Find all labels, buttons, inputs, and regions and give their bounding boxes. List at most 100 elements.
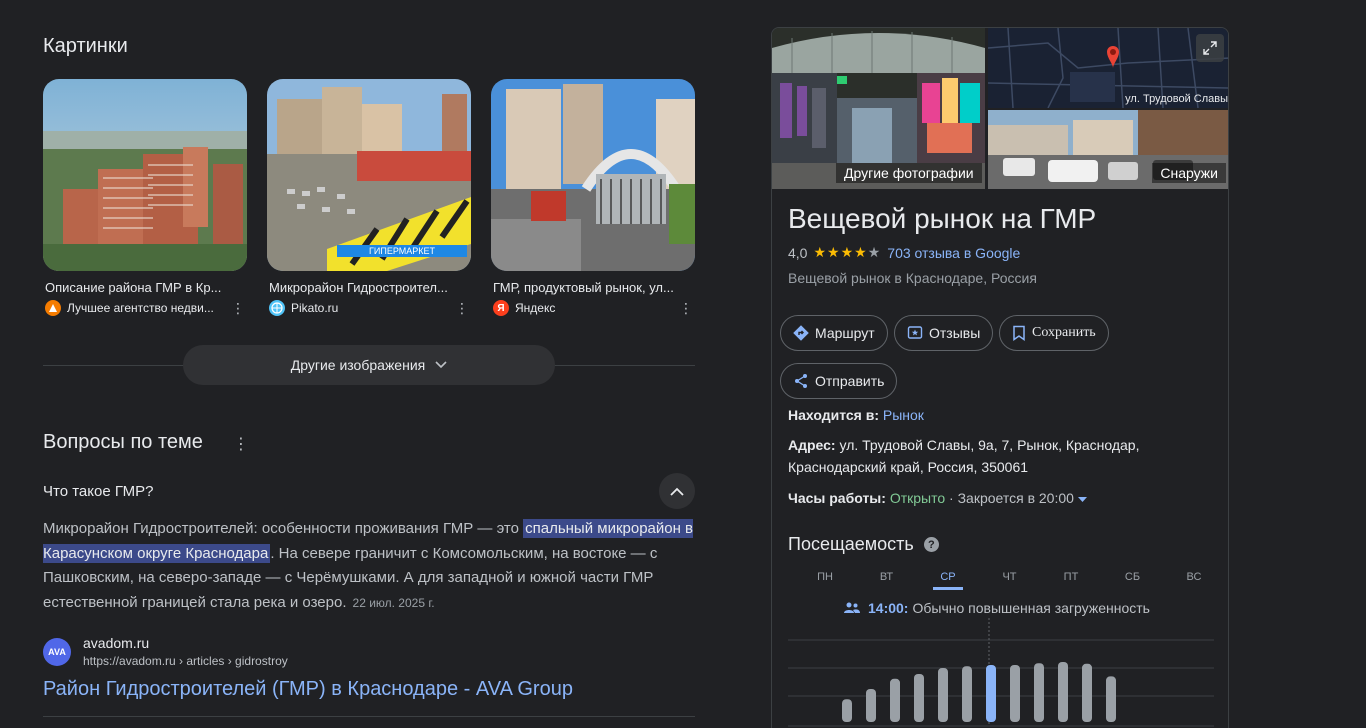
image-card[interactable]: Описание района ГМР в Кр... Лучшее агент… <box>43 79 247 316</box>
route-label: Маршрут <box>815 325 875 341</box>
more-photos-label[interactable]: Другие фотографии <box>836 163 982 183</box>
pikato-logo-icon <box>269 300 285 316</box>
collapse-button[interactable] <box>659 473 695 509</box>
image-grid: Описание района ГМР в Кр... Лучшее агент… <box>43 79 695 319</box>
help-icon[interactable]: ? <box>923 537 939 552</box>
yandex-logo-icon: Я <box>493 300 509 316</box>
question-row[interactable]: Что такое ГМР? <box>43 473 695 509</box>
rating-row: 4,0 ★★★★★ 703 отзыва в Google <box>788 244 1020 261</box>
tab-day[interactable]: ВТ <box>872 571 902 590</box>
histogram-bar <box>914 674 924 722</box>
image-thumbnail[interactable]: ГИПЕРМАРКЕТ <box>267 79 471 271</box>
image-thumbnail[interactable] <box>491 79 695 271</box>
popular-times-title: Посещаемость ? <box>788 534 939 555</box>
photo-strip: Другие фотографии ул. Трудовой Славы Сна… <box>772 28 1228 189</box>
tab-day-active[interactable]: СР <box>933 571 963 590</box>
image-card[interactable]: ГМР, продуктовый рынок, ул... Я Яндекс ⋮ <box>491 79 695 316</box>
hours-detail: · Закроется в 20:00 <box>949 490 1074 506</box>
bookmark-icon <box>1013 325 1025 341</box>
image-source-name: Pikato.ru <box>291 301 339 315</box>
expand-map-button[interactable] <box>1196 34 1224 62</box>
tab-day[interactable]: ЧТ <box>995 571 1025 590</box>
site-favicon: AVA <box>43 637 71 666</box>
tab-day[interactable]: ПТ <box>1056 571 1086 590</box>
located-link[interactable]: Рынок <box>883 407 924 423</box>
outside-photos-label[interactable]: Снаружи <box>1152 163 1226 183</box>
address-line1: ул. Трудовой Славы, 9а, 7, Рынок, Красно… <box>839 437 1140 453</box>
reviews-link[interactable]: 703 отзыва в Google <box>887 245 1020 261</box>
hours-label: Часы работы: <box>788 490 886 506</box>
agency-logo-icon <box>45 300 61 316</box>
main-photo[interactable]: Другие фотографии <box>772 28 985 189</box>
image-card[interactable]: ГИПЕРМАРКЕТ Микрорайон Гидростроител... … <box>267 79 471 316</box>
tab-day[interactable]: СБ <box>1118 571 1148 590</box>
site-name: avadom.ru <box>83 635 150 651</box>
more-options-icon[interactable]: ⋮ <box>233 434 249 454</box>
expand-icon <box>1203 41 1217 55</box>
star-empty-icon: ★ <box>867 244 882 260</box>
share-label: Отправить <box>815 373 885 389</box>
image-source[interactable]: Я Яндекс ⋮ <box>491 300 695 316</box>
share-button[interactable]: Отправить <box>780 363 898 399</box>
histogram-bar <box>1034 663 1044 722</box>
caret-down-icon[interactable] <box>1077 497 1087 503</box>
reviews-label: Отзывы <box>929 325 981 341</box>
save-button[interactable]: Сохранить <box>999 315 1109 351</box>
image-caption[interactable]: Микрорайон Гидростроител... <box>267 280 467 295</box>
thumbnail-sign-text: ГИПЕРМАРКЕТ <box>369 246 435 256</box>
map-street-label: ул. Трудовой Славы <box>1125 93 1228 105</box>
outside-photo[interactable]: Снаружи <box>988 110 1228 189</box>
histogram-bar <box>1082 663 1092 722</box>
more-images-label: Другие изображения <box>290 357 426 373</box>
address-line2: Краснодарский край, Россия, 350061 <box>788 459 1029 475</box>
image-source[interactable]: Pikato.ru ⋮ <box>267 300 471 316</box>
people-icon <box>844 602 860 613</box>
star-icon: ★ <box>813 244 828 260</box>
histogram-bar <box>866 689 876 722</box>
image-caption[interactable]: Описание района ГМР в Кр... <box>43 280 243 295</box>
star-rating: ★★★★★ <box>813 244 881 261</box>
hours-status: Открыто <box>889 490 946 506</box>
tab-day[interactable]: ПН <box>810 571 840 590</box>
hours-row[interactable]: Часы работы: Открыто · Закроется в 20:00 <box>788 487 1087 509</box>
chevron-up-icon <box>670 487 684 496</box>
located-label: Находится в: <box>788 407 879 423</box>
rating-value: 4,0 <box>788 244 808 261</box>
more-images-button[interactable]: Другие изображения <box>183 345 555 385</box>
address-row: Адрес: ул. Трудовой Славы, 9а, 7, Рынок,… <box>788 434 1139 478</box>
histogram-bar <box>962 666 972 722</box>
histogram-bar <box>1010 665 1020 722</box>
answer-date: 22 июл. 2025 г. <box>352 595 435 610</box>
divider <box>43 716 695 717</box>
histogram-bar <box>938 668 948 722</box>
route-button[interactable]: Маршрут <box>780 315 888 351</box>
site-url: https://avadom.ru › articles › gidrostro… <box>83 654 288 668</box>
more-options-icon[interactable]: ⋮ <box>231 301 245 315</box>
qa-section-title: Вопросы по теме <box>43 431 203 453</box>
place-title: Вещевой рынок на ГМР <box>788 203 1097 234</box>
chevron-down-icon <box>435 358 447 372</box>
histogram-bar <box>1058 662 1068 722</box>
more-options-icon[interactable]: ⋮ <box>679 301 693 315</box>
busy-status: 14:00: Обычно повышенная загруженность <box>844 600 1150 616</box>
knowledge-panel: Другие фотографии ул. Трудовой Славы Сна… <box>771 27 1229 728</box>
popular-times-chart <box>788 618 1214 727</box>
map-thumbnail[interactable]: ул. Трудовой Славы <box>988 28 1228 108</box>
star-icon: ★ <box>840 244 855 260</box>
histogram-bar <box>1106 676 1116 722</box>
source-site[interactable]: AVA avadom.ru https://avadom.ru › articl… <box>43 635 288 668</box>
share-icon <box>795 374 807 388</box>
star-icon: ★ <box>827 244 841 260</box>
day-tabs: ПН ВТ СР ЧТ ПТ СБ ВС <box>788 571 1214 590</box>
located-in-row: Находится в: Рынок <box>788 404 924 426</box>
image-source-name: Лучшее агентство недви... <box>67 301 214 315</box>
tab-day[interactable]: ВС <box>1179 571 1209 590</box>
image-source[interactable]: Лучшее агентство недви... ⋮ <box>43 300 247 316</box>
image-source-name: Яндекс <box>515 301 556 315</box>
image-thumbnail[interactable] <box>43 79 247 271</box>
question-text[interactable]: Что такое ГМР? <box>43 483 153 500</box>
result-title-link[interactable]: Район Гидростроителей (ГМР) в Краснодаре… <box>43 678 573 701</box>
image-caption[interactable]: ГМР, продуктовый рынок, ул... <box>491 280 691 295</box>
more-options-icon[interactable]: ⋮ <box>455 301 469 315</box>
reviews-button[interactable]: Отзывы <box>894 315 994 351</box>
